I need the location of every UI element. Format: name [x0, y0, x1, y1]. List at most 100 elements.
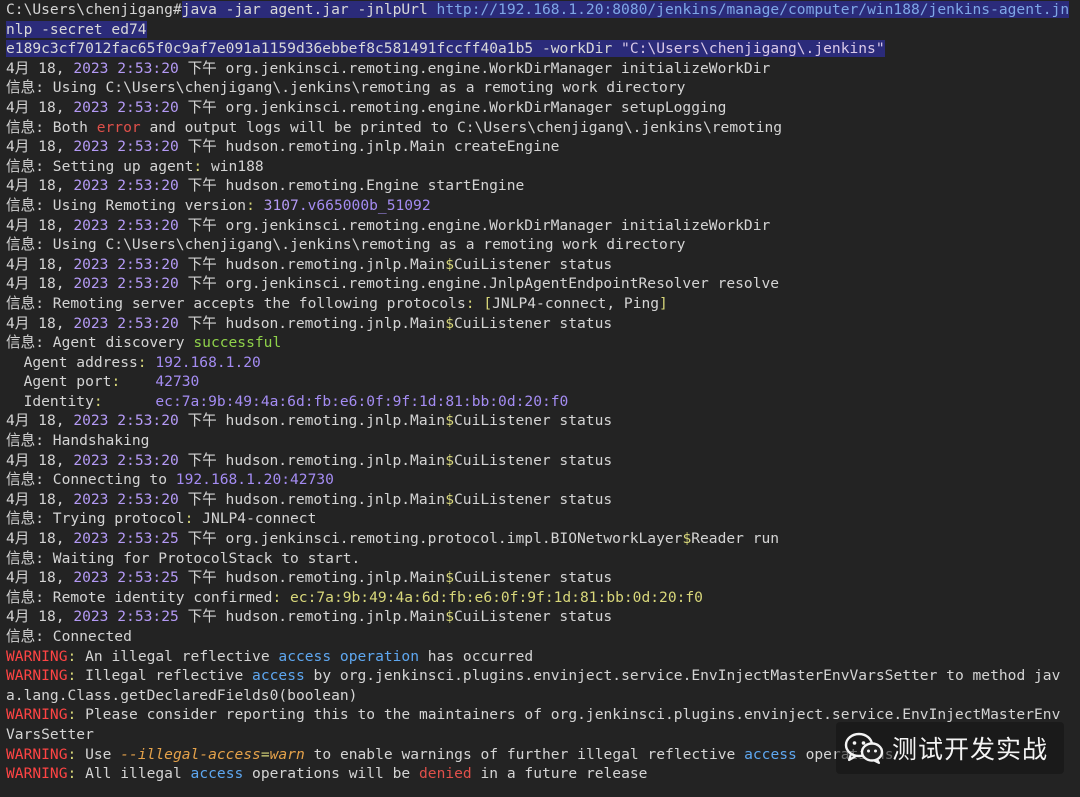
warning-line: WARNING: Illegal reflective access by or…	[6, 666, 1080, 686]
info-label: 信息:	[6, 236, 44, 254]
info-message: Setting up agent	[52, 157, 194, 175]
log-method: CuiListener status	[454, 314, 613, 332]
bracket: ]	[659, 294, 668, 312]
version-number: 3107	[263, 196, 299, 214]
command-line-3: e189c3cf7012fac65f0c9af7e091a1159d36ebbe…	[6, 39, 1080, 59]
watermark-text: 测试开发实战	[892, 735, 1049, 764]
identity-value: ec:7a:9b:49:4a:6d:fb:e6:0f:9f:1d:81:bb:0…	[281, 588, 703, 606]
log-ampm: 下午	[178, 412, 226, 430]
info-message: Using Remoting version	[52, 196, 247, 214]
log-method: CuiListener status	[454, 490, 613, 508]
prompt-separator: #	[172, 1, 182, 18]
detail-value: ec:7a:9b:49:4a:6d:fb:e6:0f:9f:1d:81:bb:0…	[102, 392, 569, 410]
log-timestamp-line: 4月 18, 2023 2:53:25 下午 org.jenkinsci.rem…	[6, 529, 1080, 549]
log-dollar: $	[445, 412, 454, 430]
log-class: hudson.remoting.jnlp.Main	[225, 255, 446, 273]
error-keyword: error	[96, 118, 141, 136]
illegal-access-flag: --illegal-access	[120, 745, 261, 763]
log-ampm: 下午	[178, 275, 226, 293]
warning-text: Please consider reporting this to the ma…	[76, 706, 1061, 724]
warning-colon: :	[67, 667, 77, 685]
warning-label: WARNING	[6, 647, 68, 665]
log-info-line: 信息: Trying protocol: JNLP4-connect	[6, 509, 1080, 529]
access-keyword: access	[744, 745, 797, 763]
info-message-tail: win188	[202, 157, 264, 175]
log-date: 4月 18,	[6, 255, 74, 273]
log-class: hudson.remoting.jnlp.Main	[225, 608, 446, 626]
host-address: 192.168.1.20:42730	[175, 471, 334, 489]
log-time: 2:53:25	[117, 530, 179, 548]
log-class: org.jenkinsci.remoting.engine.WorkDirMan…	[225, 98, 727, 116]
log-class: org.jenkinsci.remoting.protocol.impl.BIO…	[225, 530, 683, 548]
access-keyword: access	[190, 765, 244, 783]
log-year: 2023	[73, 490, 109, 508]
log-time: 2:53:20	[117, 451, 179, 469]
info-colon: :	[193, 157, 203, 175]
log-time: 2:53:20	[117, 138, 179, 156]
log-year: 2023	[73, 138, 109, 156]
log-info-line: 信息: Using C:\Users\chenjigang\.jenkins\r…	[6, 235, 1080, 255]
log-dollar: $	[445, 451, 454, 469]
log-time: 2:53:20	[117, 412, 179, 430]
terminal-output[interactable]: C:\Users\chenjigang#java -jar agent.jar …	[0, 0, 1080, 797]
detail-label: Agent address	[6, 353, 138, 371]
log-dollar: $	[682, 530, 692, 548]
log-dollar: $	[445, 490, 454, 508]
protocol-list: JNLP4-connect, Ping	[492, 294, 660, 312]
log-dollar: $	[445, 569, 454, 587]
detail-colon: :	[111, 373, 121, 391]
log-date: 4月 18,	[6, 608, 74, 626]
warning-text: has occurred	[419, 647, 534, 665]
log-timestamp-line: 4月 18, 2023 2:53:20 下午 org.jenkinsci.rem…	[6, 98, 1080, 118]
info-label: 信息:	[6, 549, 44, 567]
log-year: 2023	[73, 98, 109, 116]
prompt-path: C:\Users\chenjigang	[6, 1, 173, 18]
info-message: Both	[52, 118, 97, 136]
log-ampm: 下午	[178, 451, 226, 469]
info-message: Connected	[52, 628, 132, 645]
log-timestamp-line: 4月 18, 2023 2:53:20 下午 org.jenkinsci.rem…	[6, 59, 1080, 79]
log-year: 2023	[73, 451, 109, 469]
log-ampm: 下午	[178, 255, 226, 273]
warning-text: by org.jenkinsci.plugins.envinject.servi…	[304, 667, 1061, 685]
log-timestamp-line: 4月 18, 2023 2:53:20 下午 hudson.remoting.j…	[6, 451, 1080, 471]
info-label: 信息:	[6, 334, 44, 352]
log-info-line: 信息: Using Remoting version: 3107.v665000…	[6, 196, 1080, 216]
info-colon: :	[272, 588, 282, 606]
denied-keyword: denied	[419, 765, 472, 783]
log-time: 2:53:20	[117, 275, 179, 293]
operation-keyword: operation	[339, 647, 419, 665]
info-colon: :	[246, 196, 255, 214]
log-dollar: $	[445, 608, 454, 626]
log-date: 4月 18,	[6, 98, 74, 116]
info-message: Using C:\Users\chenjigang\.jenkins\remot…	[52, 79, 686, 97]
log-class: hudson.remoting.jnlp.Main	[225, 314, 446, 332]
warning-text: a.lang.Class.getDeclaredFields0(boolean)	[6, 686, 358, 704]
log-class: org.jenkinsci.remoting.engine.JnlpAgentE…	[225, 275, 780, 293]
log-method: CuiListener status	[454, 608, 613, 626]
command-text: java -jar agent.jar -jnlpUrl	[181, 1, 437, 18]
workdir-arg: "C:\Users\chenjigang\.jenkins"	[621, 40, 885, 58]
log-timestamp-line: 4月 18, 2023 2:53:20 下午 hudson.remoting.E…	[6, 176, 1080, 196]
watermark: 测试开发实战	[836, 722, 1065, 774]
log-time: 2:53:20	[117, 177, 179, 195]
warning-label: WARNING	[6, 667, 68, 685]
detail-value: 42730	[120, 373, 200, 391]
warning-text: All illegal	[76, 765, 191, 783]
warning-continuation: a.lang.Class.getDeclaredFields0(boolean)	[6, 686, 1080, 706]
log-class: hudson.remoting.jnlp.Main	[225, 412, 446, 430]
log-year: 2023	[73, 177, 109, 195]
flag-value: warn	[269, 745, 305, 763]
log-dollar: $	[445, 314, 454, 332]
log-ampm: 下午	[178, 530, 226, 548]
log-ampm: 下午	[178, 98, 226, 116]
log-date: 4月 18,	[6, 216, 74, 234]
log-date: 4月 18,	[6, 314, 74, 332]
log-class: org.jenkinsci.remoting.engine.WorkDirMan…	[225, 59, 771, 77]
detail-colon: :	[93, 392, 103, 410]
selected-command: java -jar agent.jar -jnlpUrl http://192.…	[181, 1, 1070, 18]
log-ampm: 下午	[178, 59, 226, 77]
log-class: hudson.remoting.jnlp.Main	[225, 490, 446, 508]
log-timestamp-line: 4月 18, 2023 2:53:25 下午 hudson.remoting.j…	[6, 607, 1080, 627]
log-info-line: 信息: Waiting for ProtocolStack to start.	[6, 549, 1080, 569]
